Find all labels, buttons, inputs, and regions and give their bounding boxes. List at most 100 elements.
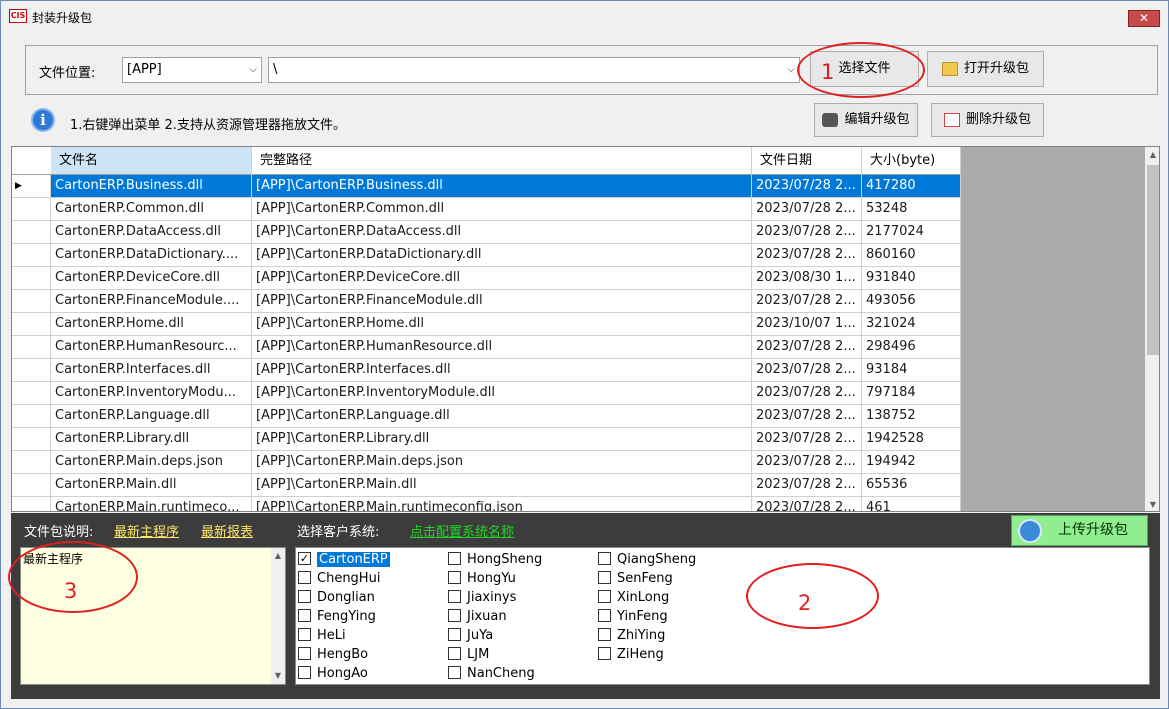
table-cell[interactable]: CartonERP.Home.dll [51,313,252,336]
table-cell[interactable]: 138752 [862,405,961,428]
table-row[interactable]: CartonERP.DataAccess.dll [APP]\CartonERP.… [12,221,961,244]
checkbox-icon[interactable] [448,666,461,679]
table-row[interactable]: CartonERP.Library.dll [APP]\CartonERP.Lib… [12,428,961,451]
column-header-date[interactable]: 文件日期 [752,147,862,175]
description-scrollbar[interactable]: ▲ ▼ [271,548,285,684]
row-header[interactable] [12,451,51,474]
checkbox-icon[interactable] [598,552,611,565]
client-checkbox-item[interactable]: FengYing [298,607,376,626]
table-cell[interactable]: CartonERP.Main.deps.json [51,451,252,474]
checkbox-icon[interactable] [448,647,461,660]
table-cell[interactable]: 2023/10/07 1... [752,313,862,336]
table-row[interactable]: CartonERP.Home.dll [APP]\CartonERP.Home.d… [12,313,961,336]
table-row[interactable]: CartonERP.HumanResourc... [APP]\CartonERP… [12,336,961,359]
table-cell[interactable]: [APP]\CartonERP.Language.dll [252,405,752,428]
close-button[interactable]: ✕ [1128,10,1160,27]
checkbox-checked-icon[interactable]: ✓ [298,552,311,565]
table-cell[interactable]: CartonERP.FinanceModule.... [51,290,252,313]
checkbox-icon[interactable] [448,571,461,584]
table-row[interactable]: CartonERP.Language.dll [APP]\CartonERP.La… [12,405,961,428]
scroll-down-icon[interactable]: ▼ [1145,497,1159,511]
edit-package-button[interactable]: 编辑升级包 [814,103,918,137]
table-cell[interactable]: 2023/07/28 2... [752,451,862,474]
row-header[interactable] [12,313,51,336]
checkbox-icon[interactable] [598,628,611,641]
table-cell[interactable]: [APP]\CartonERP.Main.runtimeconfig.json [252,497,752,511]
table-cell[interactable]: CartonERP.Main.dll [51,474,252,497]
table-cell[interactable]: 2023/07/28 2... [752,497,862,511]
table-cell[interactable]: [APP]\CartonERP.HumanResource.dll [252,336,752,359]
table-cell[interactable]: 931840 [862,267,961,290]
scroll-up-icon[interactable]: ▲ [271,548,285,564]
table-row[interactable]: CartonERP.Main.deps.json [APP]\CartonERP.… [12,451,961,474]
client-checkbox-item[interactable]: ZiHeng [598,645,664,664]
config-system-link[interactable]: 点击配置系统名称 [410,521,514,540]
table-cell[interactable]: CartonERP.Language.dll [51,405,252,428]
upload-package-button[interactable]: 上传升级包 [1011,515,1148,546]
client-checkbox-item[interactable]: JuYa [448,626,493,645]
table-cell[interactable]: 2023/07/28 2... [752,405,862,428]
table-cell[interactable]: [APP]\CartonERP.Home.dll [252,313,752,336]
table-cell[interactable]: 53248 [862,198,961,221]
scroll-up-icon[interactable]: ▲ [1145,147,1159,163]
client-checkbox-item[interactable]: QiangSheng [598,550,696,569]
table-cell[interactable]: 2023/07/28 2... [752,175,862,198]
table-cell[interactable]: CartonERP.Interfaces.dll [51,359,252,382]
client-checkbox-item[interactable]: Jiaxinys [448,588,516,607]
row-header[interactable] [12,405,51,428]
table-row[interactable]: CartonERP.Common.dll [APP]\CartonERP.Comm… [12,198,961,221]
checkbox-icon[interactable] [598,590,611,603]
row-header[interactable] [12,244,51,267]
client-checkbox-item[interactable]: HeLi [298,626,346,645]
client-checkbox-item[interactable]: SenFeng [598,569,673,588]
table-cell[interactable]: 1942528 [862,428,961,451]
table-cell[interactable]: 2023/07/28 2... [752,198,862,221]
client-checkbox-item[interactable]: HengBo [298,645,368,664]
scrollbar-thumb[interactable] [1147,165,1159,355]
table-row[interactable]: CartonERP.Main.dll [APP]\CartonERP.Main.d… [12,474,961,497]
grid-vertical-scrollbar[interactable]: ▲ ▼ [1145,147,1159,511]
table-cell[interactable]: 321024 [862,313,961,336]
row-header[interactable] [12,290,51,313]
table-row[interactable]: ▶ CartonERP.Business.dll [APP]\CartonERP.B… [12,175,961,198]
row-header[interactable]: ▶ [12,175,51,198]
checkbox-icon[interactable] [298,590,311,603]
row-header[interactable] [12,474,51,497]
client-checkbox-item[interactable]: HongAo [298,664,368,683]
row-header[interactable] [12,428,51,451]
client-checkbox-item[interactable]: ZhiYing [598,626,665,645]
open-package-button[interactable]: 打开升级包 [927,51,1044,87]
table-cell[interactable]: [APP]\CartonERP.Main.deps.json [252,451,752,474]
table-cell[interactable]: 2177024 [862,221,961,244]
table-cell[interactable]: [APP]\CartonERP.Common.dll [252,198,752,221]
table-cell[interactable]: 2023/07/28 2... [752,428,862,451]
checkbox-icon[interactable] [298,666,311,679]
table-cell[interactable]: 2023/07/28 2... [752,244,862,267]
table-cell[interactable]: 93184 [862,359,961,382]
table-cell[interactable]: [APP]\CartonERP.Main.dll [252,474,752,497]
location-dropdown[interactable]: [APP] ⌵ [122,57,262,83]
client-checkbox-item[interactable]: ✓ CartonERP [298,550,390,569]
table-cell[interactable]: CartonERP.DataDictionary.... [51,244,252,267]
table-cell[interactable]: 194942 [862,451,961,474]
table-cell[interactable]: [APP]\CartonERP.DeviceCore.dll [252,267,752,290]
table-cell[interactable]: 2023/08/30 1... [752,267,862,290]
checkbox-icon[interactable] [298,609,311,622]
table-cell[interactable]: CartonERP.Business.dll [51,175,252,198]
table-cell[interactable]: 2023/07/28 2... [752,336,862,359]
table-cell[interactable]: 298496 [862,336,961,359]
client-checkbox-item[interactable]: Jixuan [448,607,507,626]
table-cell[interactable]: CartonERP.Common.dll [51,198,252,221]
row-header[interactable] [12,221,51,244]
client-checkbox-item[interactable]: ChengHui [298,569,380,588]
checkbox-icon[interactable] [598,609,611,622]
latest-report-link[interactable]: 最新报表 [201,521,253,540]
table-cell[interactable]: [APP]\CartonERP.DataAccess.dll [252,221,752,244]
row-header[interactable] [12,359,51,382]
table-cell[interactable]: [APP]\CartonERP.Library.dll [252,428,752,451]
path-dropdown[interactable]: \ ⌵ [268,57,800,83]
table-cell[interactable]: CartonERP.DeviceCore.dll [51,267,252,290]
checkbox-icon[interactable] [598,571,611,584]
row-header[interactable] [12,336,51,359]
client-checkbox-item[interactable]: Donglian [298,588,375,607]
